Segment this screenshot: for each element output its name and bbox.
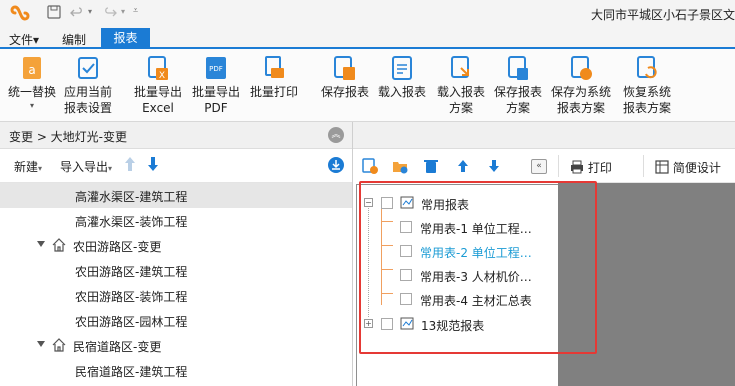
save-scheme-icon: [508, 56, 528, 80]
printer-icon: [571, 160, 583, 174]
project-tree: 高灌水渠区-建筑工程 高灌水渠区-装饰工程 农田游路区-变更 农田游路区-建筑工…: [0, 183, 352, 386]
menu-bar: 文件▾ 编制 报表: [0, 28, 735, 49]
tree-item[interactable]: 高灌水渠区-装饰工程: [0, 208, 352, 233]
batch-export-pdf-button[interactable]: PDF 批量导出 PDF: [188, 53, 244, 119]
import-export-button[interactable]: 导入导出▾: [60, 158, 112, 175]
apply-settings-icon: [78, 57, 98, 79]
save-report-button[interactable]: 保存报表: [316, 53, 374, 119]
undo-dropdown-icon[interactable]: ▾: [88, 7, 92, 23]
new-button[interactable]: 新建▾: [14, 158, 42, 175]
batch-print-icon: [265, 56, 284, 78]
expand-arrow-icon[interactable]: [37, 341, 45, 347]
expand-arrow-icon[interactable]: [37, 241, 45, 247]
menu-file[interactable]: 文件▾: [9, 31, 39, 48]
add-folder-icon[interactable]: [392, 158, 408, 174]
annotation-highlight-box: [359, 181, 597, 354]
replace-dropdown-icon[interactable]: ▾: [4, 101, 60, 110]
report-move-up-icon[interactable]: [455, 158, 471, 174]
tree-item[interactable]: 农田游路区-建筑工程: [0, 258, 352, 283]
save-icon[interactable]: [47, 5, 61, 21]
batch-print-button[interactable]: 批量打印: [246, 53, 302, 119]
pdf-export-icon: PDF: [206, 57, 226, 79]
menu-edit[interactable]: 编制: [62, 31, 86, 48]
app-logo-icon: [10, 5, 30, 21]
move-down-icon[interactable]: [147, 156, 159, 175]
report-panel-header: [353, 122, 735, 149]
replace-icon: a: [23, 57, 41, 79]
save-report-scheme-button[interactable]: 保存报表 方案: [490, 53, 546, 119]
load-scheme-icon: [451, 56, 469, 78]
tree-group[interactable]: 民宿道路区-变更: [0, 333, 352, 358]
delete-icon[interactable]: [423, 158, 439, 174]
undo-icon[interactable]: [70, 5, 84, 21]
restore-system-icon: [637, 56, 657, 79]
svg-text:X: X: [159, 71, 165, 81]
collapse-panel-icon[interactable]: ︽: [328, 127, 344, 143]
toolbar-divider: [643, 155, 644, 177]
save-as-system-scheme-button[interactable]: 保存为系统 报表方案: [548, 53, 614, 119]
save-system-icon: [571, 56, 592, 80]
toolbar-divider: [558, 155, 559, 177]
load-report-scheme-button[interactable]: 载入报表 方案: [432, 53, 490, 119]
breadcrumb-text: 变更 > 大地灯光-变更: [9, 130, 128, 144]
ribbon: a 统一替换 ▾ 应用当前 报表设置 X 批量导出 Excel PDF 批量导出…: [0, 49, 735, 122]
move-up-icon[interactable]: [124, 156, 136, 175]
load-report-icon: [392, 56, 412, 80]
restore-system-scheme-button[interactable]: 恢复系统 报表方案: [616, 53, 678, 119]
excel-export-icon: X: [148, 56, 168, 81]
tree-item[interactable]: 农田游路区-园林工程: [0, 308, 352, 333]
tree-item[interactable]: 民宿道路区-建筑工程: [0, 358, 352, 383]
load-report-button[interactable]: 载入报表: [374, 53, 430, 119]
svg-text:a: a: [28, 63, 35, 77]
collapse-left-icon[interactable]: «: [531, 159, 547, 174]
batch-export-excel-button[interactable]: X 批量导出 Excel: [130, 53, 186, 119]
save-report-icon: [334, 56, 355, 80]
replace-all-button[interactable]: a 统一替换 ▾: [4, 53, 60, 119]
report-move-down-icon[interactable]: [486, 158, 502, 174]
tree-group[interactable]: 农田游路区-变更: [0, 233, 352, 258]
apply-report-settings-button[interactable]: 应用当前 报表设置: [58, 53, 118, 119]
add-report-icon[interactable]: [362, 158, 378, 174]
window-title: 大同市平城区小石子景区文: [591, 8, 735, 22]
breadcrumb: 变更 > 大地灯光-变更: [0, 122, 352, 149]
redo-dropdown-icon[interactable]: ▾: [121, 7, 125, 23]
title-bar: ▾ ▾ ⩡ 大同市平城区小石子景区文: [0, 0, 735, 28]
customize-toolbar-icon[interactable]: ⩡: [133, 6, 138, 22]
tree-item[interactable]: 高灌水渠区-建筑工程: [0, 183, 352, 208]
left-toolbar: 新建▾ 导入导出▾: [0, 149, 352, 183]
home-icon: [52, 338, 66, 352]
svg-text:PDF: PDF: [209, 65, 223, 73]
tab-report[interactable]: 报表: [101, 28, 150, 49]
simple-design-button[interactable]: 简便设计: [655, 159, 721, 176]
design-icon: [655, 160, 669, 174]
redo-icon[interactable]: [103, 5, 117, 21]
download-icon[interactable]: [328, 157, 344, 173]
print-button[interactable]: 打印: [570, 159, 612, 176]
tree-item[interactable]: 农田游路区-装饰工程: [0, 283, 352, 308]
home-icon: [52, 238, 66, 252]
